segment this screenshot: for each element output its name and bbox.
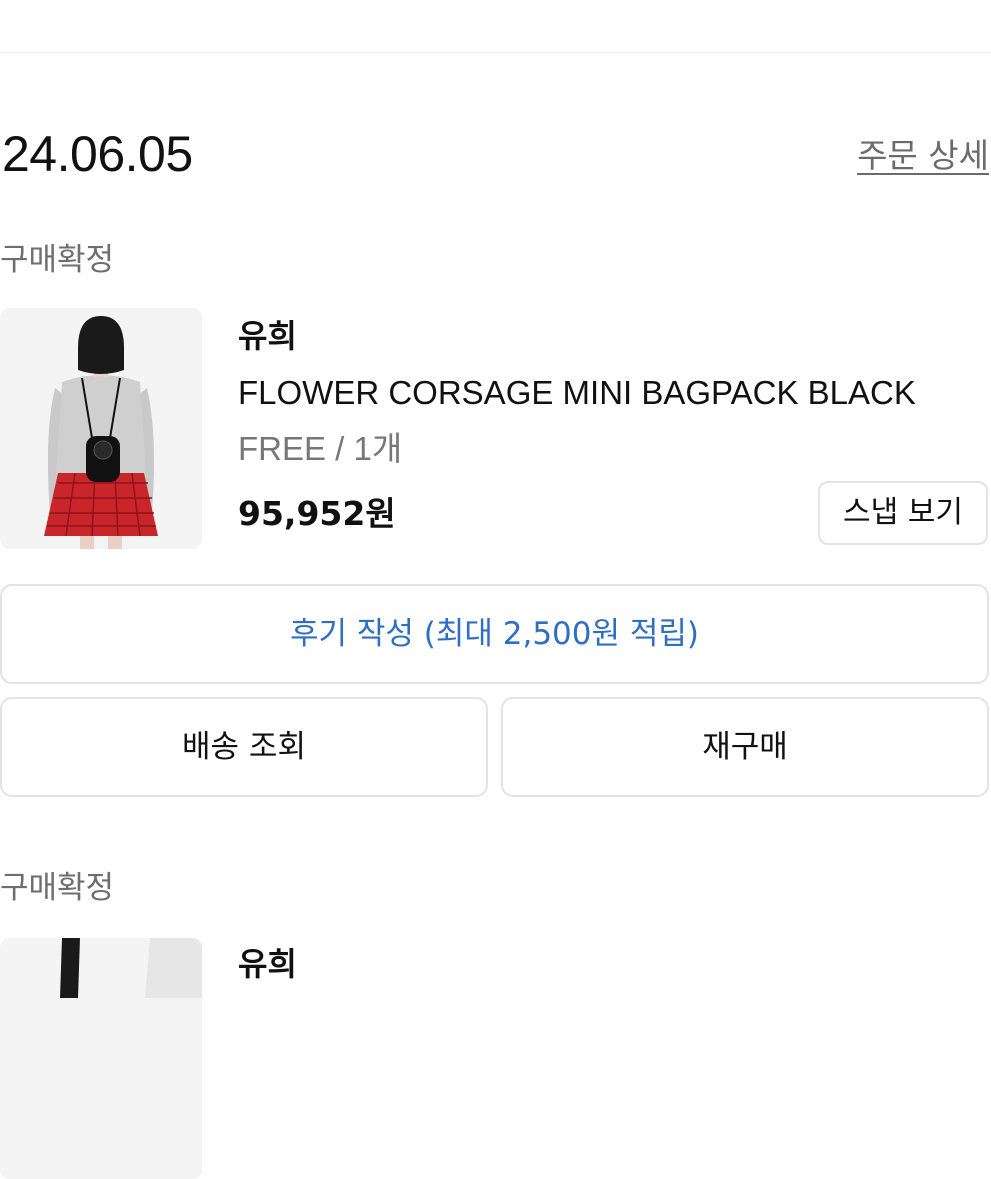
product-option: FREE / 1개 [238,430,403,467]
product-image [0,938,202,1179]
product-thumbnail[interactable] [0,938,202,1179]
order-date: 24.06.05 [2,126,193,182]
rebuy-button[interactable]: 재구매 [501,697,989,797]
product-name[interactable]: FLOWER CORSAGE MINI BAGPACK BLACK [238,372,916,414]
order-status-label: 구매확정 [0,870,115,906]
snap-view-button[interactable]: 스냅 보기 [818,481,988,545]
track-shipment-button[interactable]: 배송 조회 [0,697,488,797]
top-divider [0,52,991,53]
product-thumbnail[interactable] [0,308,202,549]
order-detail-link[interactable]: 주문 상세 [857,134,989,178]
product-brand: 유희 [238,317,297,355]
product-brand: 유희 [238,945,297,983]
product-price: 95,952원 [238,494,396,533]
order-status-label: 구매확정 [0,242,115,278]
write-review-button[interactable]: 후기 작성 (최대 2,500원 적립) [0,584,989,684]
product-image [0,308,202,549]
